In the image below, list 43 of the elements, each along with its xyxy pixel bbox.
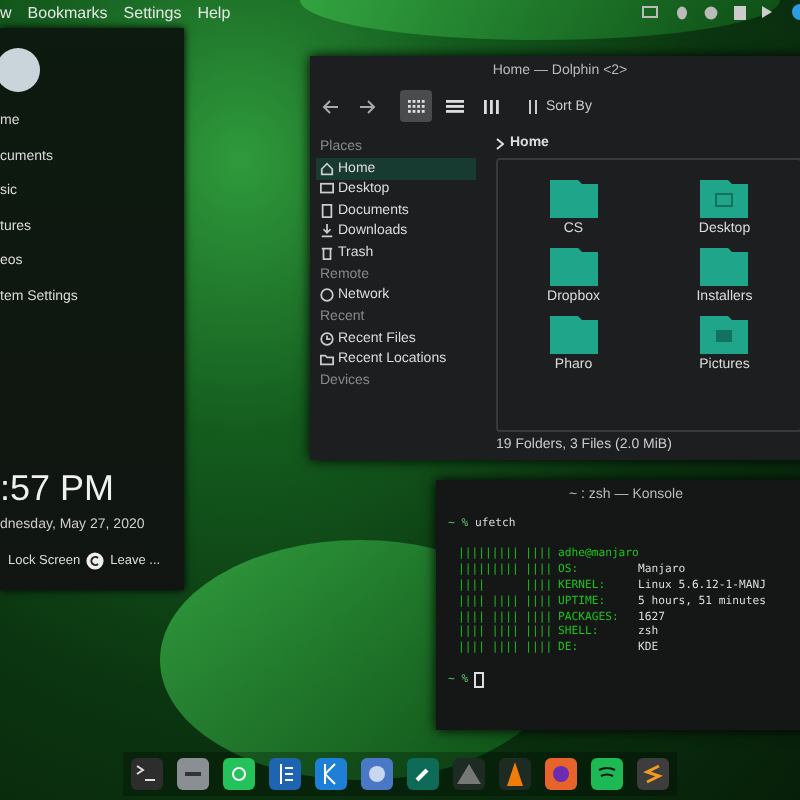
forward-icon[interactable] (358, 99, 376, 113)
mountain-icon (453, 758, 485, 790)
document-icon (320, 203, 334, 218)
dock-app-button[interactable] (591, 758, 623, 790)
play-icon[interactable] (762, 6, 772, 18)
avatar-image (0, 48, 40, 92)
folder-icon (547, 176, 600, 220)
clock-time: :57 PM (0, 468, 117, 510)
k-icon (315, 758, 347, 790)
file-cabinet-icon (177, 758, 209, 790)
book-icon (269, 758, 301, 790)
traffic-cone-icon (499, 758, 531, 790)
folder-icon (547, 312, 600, 356)
menu-item[interactable]: w (0, 4, 12, 22)
view-mode-button[interactable] (400, 90, 432, 122)
dock-app-button[interactable] (637, 758, 669, 790)
folder-icon (698, 176, 751, 220)
columns-view-icon (483, 99, 501, 113)
folder-icon (547, 244, 600, 288)
download-icon (320, 224, 334, 239)
trash-icon (320, 245, 334, 260)
back-icon[interactable] (322, 99, 340, 113)
monitor-icon (320, 182, 334, 197)
dock-app-button[interactable] (499, 758, 531, 790)
folder-icon (320, 352, 334, 367)
cursor (474, 671, 485, 688)
music-icon (591, 758, 623, 790)
menu-item[interactable]: Bookmarks (27, 4, 108, 22)
clock-icon (320, 331, 334, 346)
chevron-icon (496, 137, 504, 149)
dock-app-button[interactable] (315, 758, 347, 790)
editor-icon (637, 758, 669, 790)
dock-app-button[interactable] (131, 758, 163, 790)
dock-app-button[interactable] (269, 758, 301, 790)
network-icon (320, 288, 334, 303)
menu-item[interactable]: Settings (123, 4, 182, 22)
list-view-icon (445, 99, 463, 113)
home-icon (320, 161, 334, 176)
folder-icon (698, 244, 751, 288)
folder-icon (698, 312, 751, 356)
grid-view-icon (407, 99, 425, 113)
terminal-icon (131, 758, 163, 790)
menu-item[interactable]: Help (197, 4, 231, 22)
